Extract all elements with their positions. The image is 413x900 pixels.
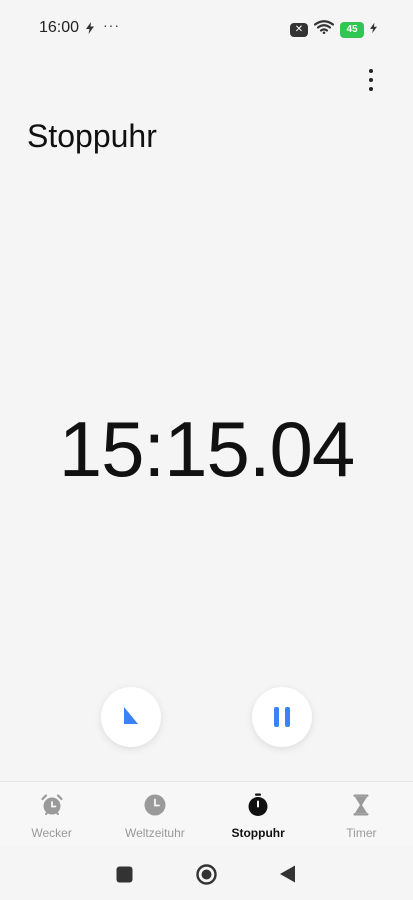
more-notifications-indicator: ··· (103, 17, 120, 33)
nav-tab-stoppuhr[interactable]: Stoppuhr (207, 782, 310, 846)
bottom-navigation: Wecker Weltzeituhr Stoppuhr Timer (0, 781, 413, 846)
wifi-icon (313, 20, 335, 39)
battery-indicator: 45 (340, 21, 364, 38)
flag-icon (120, 704, 142, 731)
lap-button[interactable] (101, 687, 161, 747)
recent-apps-button[interactable] (116, 866, 133, 888)
nav-tab-weltzeituhr[interactable]: Weltzeituhr (103, 782, 206, 846)
hourglass-icon (349, 793, 373, 822)
more-options-button[interactable] (358, 66, 384, 94)
nav-label: Wecker (31, 826, 72, 840)
home-button[interactable] (196, 864, 217, 890)
world-clock-icon (143, 793, 167, 822)
nav-label: Weltzeituhr (124, 826, 185, 840)
pause-bar (285, 707, 290, 727)
pause-icon (271, 707, 293, 727)
battery-charging-icon (370, 21, 377, 39)
nav-label: Stoppuhr (231, 826, 285, 840)
pause-button[interactable] (252, 687, 312, 747)
status-icons: ✕ 45 (290, 20, 377, 39)
status-time: 16:00 (39, 19, 80, 36)
system-navigation-bar (0, 845, 413, 900)
nav-label: Timer (346, 826, 377, 840)
pause-bar (274, 707, 279, 727)
stopwatch-icon (246, 793, 270, 822)
page-title: Stoppuhr (27, 118, 157, 154)
more-dot (369, 87, 373, 91)
stopwatch-time-display: 15:15.04 (58, 405, 356, 493)
status-bar: 16:00 ··· ✕ 45 (0, 0, 413, 56)
no-sim-icon: ✕ (290, 22, 308, 37)
more-dot (369, 78, 373, 82)
back-button[interactable] (279, 865, 296, 888)
more-dot (369, 69, 373, 73)
nav-tab-wecker[interactable]: Wecker (0, 782, 103, 846)
nav-tab-timer[interactable]: Timer (310, 782, 413, 846)
charging-icon (86, 21, 94, 39)
battery-icon: 45 (340, 21, 364, 38)
alarm-clock-icon (40, 793, 64, 822)
